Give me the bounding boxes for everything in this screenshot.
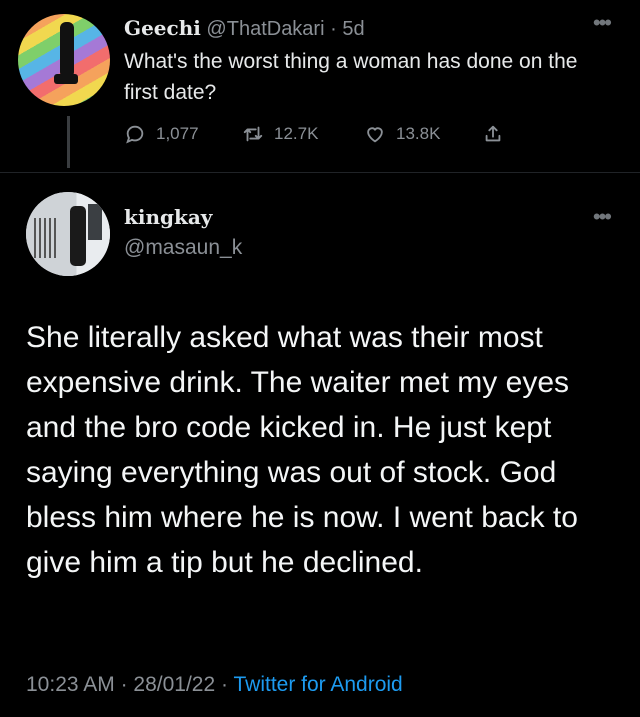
tweet-date[interactable]: 28/01/22 (133, 673, 215, 696)
separator: · (221, 673, 229, 696)
share-icon (485, 125, 501, 142)
retweet-icon (243, 126, 263, 142)
reply-count: 1,077 (156, 124, 199, 143)
reply-icon (126, 125, 144, 144)
tweet-source-link[interactable]: Twitter for Android (233, 673, 402, 696)
tweet-metadata: 10:23 AM · 28/01/22 · Twitter for Androi… (26, 673, 403, 697)
share-button[interactable] (482, 123, 514, 145)
avatar-figure-feet (54, 74, 78, 84)
thread-line (67, 116, 70, 168)
tweet-header: Geechi @ThatDakari · 5d (124, 16, 365, 41)
display-name[interactable]: Geechi (124, 16, 201, 40)
tweet-time[interactable]: 10:23 AM (26, 673, 115, 696)
tweet-age[interactable]: 5d (342, 18, 364, 40)
retweet-button[interactable]: 12.7K (242, 123, 364, 145)
original-tweet[interactable]: Geechi @ThatDakari · 5d ••• What's the w… (0, 0, 640, 175)
avatar-figure (60, 22, 74, 78)
avatar-door (34, 218, 56, 258)
ellipsis-icon[interactable]: ••• (593, 204, 612, 230)
avatar-window (88, 204, 102, 240)
heart-icon (367, 127, 383, 143)
separator: · (120, 673, 128, 696)
like-button[interactable]: 13.8K (364, 123, 482, 145)
like-count: 13.8K (396, 124, 441, 143)
tweet-actions: 1,077 12.7K 13.8K (124, 122, 514, 146)
handle[interactable]: @masaun_k (124, 236, 242, 260)
tweet-text: She literally asked what was their most … (26, 321, 578, 579)
handle[interactable]: @ThatDakari (206, 18, 324, 40)
divider (0, 172, 640, 173)
ellipsis-icon[interactable]: ••• (593, 10, 612, 36)
avatar-person (70, 206, 86, 266)
reply-button[interactable]: 1,077 (124, 123, 242, 145)
avatar[interactable] (18, 14, 110, 106)
avatar[interactable] (26, 192, 110, 276)
retweet-count: 12.7K (274, 124, 319, 143)
tweet-text: What's the worst thing a woman has done … (124, 50, 578, 104)
display-name[interactable]: kingkay (124, 205, 212, 229)
separator: · (330, 18, 337, 40)
